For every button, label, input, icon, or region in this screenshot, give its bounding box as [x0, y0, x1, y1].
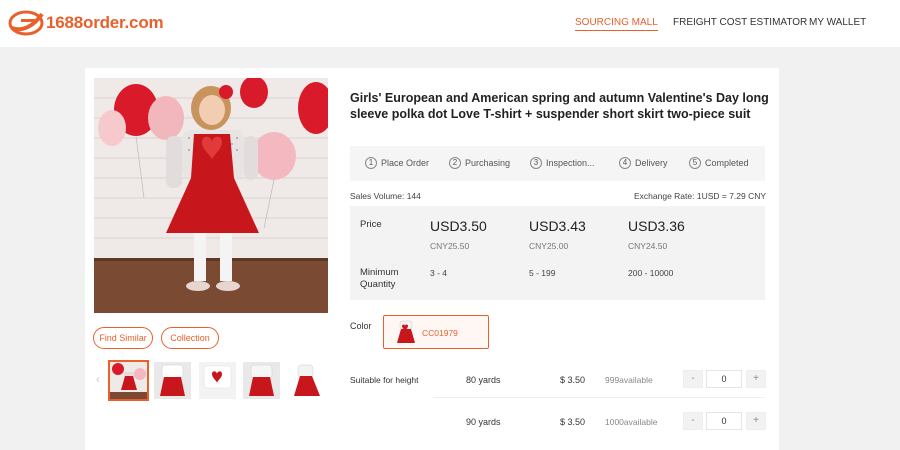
sales-volume: Sales Volume: 144 — [350, 191, 421, 201]
thumbnail-2[interactable] — [154, 362, 191, 399]
thumbnail-4[interactable] — [243, 362, 280, 399]
thumbnail-5[interactable] — [288, 362, 325, 399]
color-swatch-image — [397, 320, 415, 343]
tier-2-qty: 5 - 199 — [529, 268, 556, 278]
tier-2-usd: USD3.43 — [529, 218, 586, 234]
collection-button[interactable]: Collection — [161, 327, 219, 349]
step-label: Place Order — [381, 158, 430, 168]
exchange-rate: Exchange Rate: 1USD = 7.29 CNY — [634, 191, 767, 201]
color-label: Color — [350, 321, 372, 331]
step-number-icon: 4 — [619, 157, 631, 169]
step-label: Purchasing — [465, 158, 511, 168]
thumbnail-3[interactable] — [199, 362, 236, 399]
nav-sourcing-mall[interactable]: SOURCING MALL — [575, 17, 658, 31]
row-divider — [433, 397, 765, 398]
logo-text: 1688order.com — [46, 13, 164, 32]
nav-freight-cost-estimator[interactable]: FREIGHT COST ESTIMATOR — [673, 17, 807, 28]
min-quantity-label: Minimum Quantity — [360, 267, 399, 290]
product-main-image[interactable] — [94, 78, 328, 313]
tier-3-cny: CNY24.50 — [628, 241, 668, 251]
logo-swoosh-icon — [8, 10, 44, 36]
size-row-1-label: 80 yards — [466, 375, 501, 385]
size-group-label: Suitable for height — [350, 375, 419, 385]
color-option-selected[interactable]: CC01979 — [383, 315, 489, 349]
step-number-icon: 2 — [449, 157, 461, 169]
top-header: 1688order.com SOURCING MALL FREIGHT COST… — [0, 0, 900, 47]
size-row-1-available: 999available — [605, 375, 653, 385]
step-inspection: 3 Inspection... — [530, 157, 595, 169]
step-label: Completed — [705, 158, 749, 168]
step-delivery: 4 Delivery — [619, 157, 668, 169]
thumbnail-1[interactable] — [108, 360, 149, 401]
size-row-1-plus-button[interactable]: + — [746, 370, 766, 388]
color-option-code: CC01979 — [422, 328, 458, 338]
tier-1-qty: 3 - 4 — [430, 268, 448, 278]
product-title: Girls' European and American spring and … — [350, 91, 769, 121]
size-row-2-plus-button[interactable]: + — [746, 412, 766, 430]
tier-1-cny: CNY25.50 — [430, 241, 470, 251]
tier-1-usd: USD3.50 — [430, 218, 487, 234]
tier-3-usd: USD3.36 — [628, 218, 685, 234]
step-number-icon: 1 — [365, 157, 377, 169]
site-logo[interactable]: 1688order.com — [8, 10, 164, 36]
size-row-2-minus-button[interactable]: - — [683, 412, 703, 430]
step-label: Inspection... — [546, 158, 595, 168]
size-row-2-available: 1000available — [605, 417, 658, 427]
step-number-icon: 3 — [530, 157, 542, 169]
step-label: Delivery — [635, 158, 668, 168]
step-place-order: 1 Place Order — [365, 157, 429, 169]
size-row-2-qty-input[interactable]: 0 — [706, 412, 742, 430]
thumbnail-prev-icon[interactable]: ‹ — [96, 372, 100, 386]
size-row-1-qty-input[interactable]: 0 — [706, 370, 742, 388]
price-label: Price — [360, 219, 382, 230]
order-steps-bar: 1 Place Order 2 Purchasing 3 Inspection.… — [350, 146, 765, 181]
step-number-icon: 5 — [689, 157, 701, 169]
size-row-2-price: $ 3.50 — [560, 417, 586, 427]
size-row-1-price: $ 3.50 — [560, 375, 586, 385]
find-similar-button[interactable]: Find Similar — [93, 327, 153, 349]
nav-my-wallet[interactable]: MY WALLET — [809, 17, 866, 28]
tier-2-cny: CNY25.00 — [529, 241, 569, 251]
size-row-1-minus-button[interactable]: - — [683, 370, 703, 388]
tier-3-qty: 200 - 10000 — [628, 268, 674, 278]
size-row-2-label: 90 yards — [466, 417, 501, 427]
step-purchasing: 2 Purchasing — [449, 157, 510, 169]
step-completed: 5 Completed — [689, 157, 749, 169]
